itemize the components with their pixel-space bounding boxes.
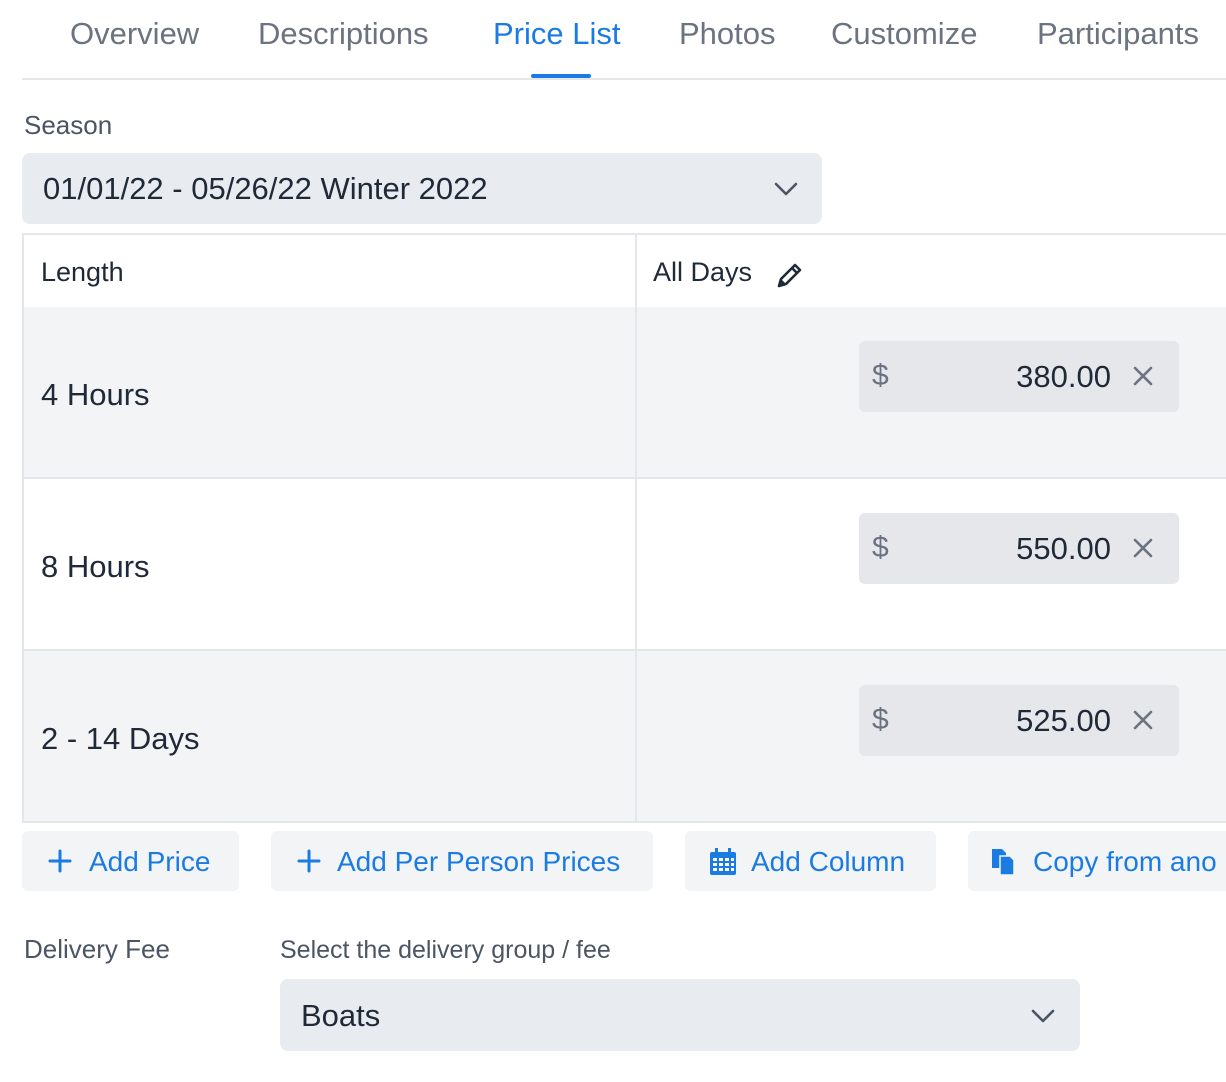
active-tab-indicator — [531, 74, 591, 78]
season-label: Season — [24, 110, 113, 140]
price-table: Length All Days 4 Hours $ 380.00 8 Hours… — [22, 233, 1226, 823]
table-row: 2 - 14 Days $ 525.00 — [24, 651, 1226, 821]
add-column-label: Add Column — [751, 846, 906, 877]
row-length: 2 - 14 Days — [41, 721, 200, 756]
season-select[interactable]: 01/01/22 - 05/26/22 Winter 2022 — [22, 153, 822, 224]
table-header: Length All Days — [24, 235, 1226, 309]
price-input[interactable]: $ 550.00 — [859, 513, 1179, 584]
table-row: 4 Hours $ 380.00 — [24, 307, 1226, 479]
add-column-button[interactable]: Add Column — [685, 831, 936, 891]
tab-customize[interactable]: Customize — [831, 16, 977, 52]
price-input[interactable]: $ 525.00 — [859, 685, 1179, 756]
currency-symbol: $ — [872, 531, 889, 564]
table-row: 8 Hours $ 550.00 — [24, 479, 1226, 651]
season-select-value: 01/01/22 - 05/26/22 Winter 2022 — [43, 171, 488, 206]
column-header-all-days: All Days — [653, 257, 753, 287]
copy-from-another-button[interactable]: Copy from ano — [968, 831, 1226, 891]
price-input[interactable]: $ 380.00 — [859, 341, 1179, 412]
plus-icon — [48, 849, 72, 873]
tab-descriptions[interactable]: Descriptions — [258, 16, 429, 52]
column-divider — [635, 235, 637, 821]
delivery-group-select-value: Boats — [301, 998, 381, 1033]
tab-overview[interactable]: Overview — [70, 16, 199, 52]
chevron-down-icon — [1031, 1009, 1055, 1023]
pencil-icon[interactable] — [774, 259, 806, 291]
add-per-person-prices-button[interactable]: Add Per Person Prices — [271, 831, 653, 891]
close-icon[interactable] — [1131, 708, 1155, 732]
tab-participants[interactable]: Participants — [1037, 16, 1199, 52]
add-price-label: Add Price — [89, 846, 211, 877]
tab-photos[interactable]: Photos — [679, 16, 776, 52]
copy-icon — [992, 849, 1015, 876]
delivery-group-hint: Select the delivery group / fee — [280, 936, 611, 964]
calendar-icon — [710, 848, 736, 875]
currency-symbol: $ — [872, 359, 889, 392]
row-length: 8 Hours — [41, 549, 150, 584]
tab-price-list[interactable]: Price List — [493, 16, 620, 52]
price-value: 525.00 — [1016, 703, 1111, 738]
plus-icon — [297, 849, 321, 873]
row-length: 4 Hours — [41, 377, 150, 412]
chevron-down-icon — [774, 182, 798, 196]
add-price-button[interactable]: Add Price — [22, 831, 239, 891]
add-per-person-prices-label: Add Per Person Prices — [337, 846, 621, 877]
price-value: 380.00 — [1016, 359, 1111, 394]
delivery-group-select[interactable]: Boats — [280, 979, 1080, 1051]
copy-from-another-label: Copy from ano — [1033, 846, 1217, 877]
price-value: 550.00 — [1016, 531, 1111, 566]
column-header-length: Length — [41, 257, 124, 287]
close-icon[interactable] — [1131, 536, 1155, 560]
tab-bar: Overview Descriptions Price List Photos … — [22, 0, 1226, 80]
delivery-fee-label: Delivery Fee — [24, 934, 170, 964]
close-icon[interactable] — [1131, 364, 1155, 388]
currency-symbol: $ — [872, 703, 889, 736]
